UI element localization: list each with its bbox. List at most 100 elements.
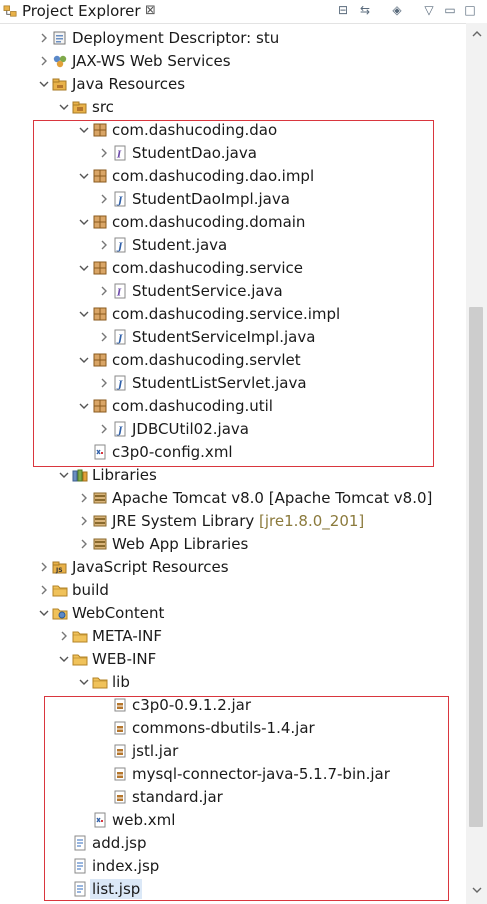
tree-item[interactable]: I StudentService.java [0,280,466,303]
chevron-down-icon[interactable] [77,674,91,690]
chevron-down-icon[interactable] [37,76,51,92]
tree-item[interactable]: J StudentListServlet.java [0,372,466,395]
chevron-down-icon[interactable] [57,99,71,115]
chevron-right-icon[interactable] [37,53,51,69]
tree-item[interactable]: JRE System Library [jre1.8.0_201] [0,510,466,533]
tree-item[interactable]: standard.jar [0,786,466,809]
tree-item[interactable]: Java Resources [0,73,466,96]
chevron-right-icon[interactable] [37,30,51,46]
tree-item[interactable]: lib [0,671,466,694]
chevron-right-icon[interactable] [97,421,111,437]
link-with-editor-icon[interactable]: ⇆ [356,1,374,19]
tree-item[interactable]: J StudentDaoImpl.java [0,188,466,211]
chevron-down-icon[interactable] [77,352,91,368]
focus-icon[interactable]: ◈ [388,1,406,19]
deployment-descriptor-icon [53,31,66,45]
svg-text:J: J [116,335,123,345]
chevron-right-icon[interactable] [97,375,111,391]
tree-item[interactable]: JAX-WS Web Services [0,50,466,73]
tree-item[interactable]: com.dashucoding.servlet [0,349,466,372]
tree-item-text: src [92,98,114,116]
chevron-right-icon[interactable] [77,490,91,506]
chevron-right-icon[interactable] [97,237,111,253]
tree-item[interactable]: commons-dbutils-1.4.jar [0,717,466,740]
tree-item-text: com.dashucoding.servlet [112,351,301,369]
tree-item[interactable]: com.dashucoding.dao.impl [0,165,466,188]
chevron-right-icon[interactable] [77,513,91,529]
tree-item[interactable]: jstl.jar [0,740,466,763]
chevron-down-icon[interactable] [77,260,91,276]
tree-item-label: standard.jar [132,787,223,807]
tree-item[interactable]: I StudentDao.java [0,142,466,165]
tree-item[interactable]: JS JavaScript Resources [0,556,466,579]
tree-item[interactable]: Apache Tomcat v8.0 [Apache Tomcat v8.0] [0,487,466,510]
project-explorer-tab[interactable]: Project Explorer ⊠ [0,0,163,23]
chevron-right-icon[interactable] [57,628,71,644]
tree-item[interactable]: src [0,96,466,119]
tree-item[interactable]: c3p0-0.9.1.2.jar [0,694,466,717]
jsp-file-icon [74,881,86,897]
tree-item[interactable]: com.dashucoding.util [0,395,466,418]
chevron-down-icon[interactable] [77,168,91,184]
chevron-right-icon[interactable] [97,145,111,161]
tree-item[interactable]: J JDBCUtil02.java [0,418,466,441]
tree-item-text: com.dashucoding.dao [112,121,278,139]
tree-item[interactable]: add.jsp [0,832,466,855]
chevron-down-icon[interactable] [77,214,91,230]
tree-item[interactable]: J Student.java [0,234,466,257]
chevron-down-icon[interactable] [37,605,51,621]
chevron-down-icon[interactable] [77,122,91,138]
tree-item[interactable]: com.dashucoding.service [0,257,466,280]
tree-item[interactable]: Deployment Descriptor: stu [0,27,466,50]
chevron-down-icon[interactable] [77,398,91,414]
chevron-right-icon[interactable] [37,559,51,575]
chevron-right-icon[interactable] [77,536,91,552]
tree-item-text: standard.jar [132,788,223,806]
tree-item[interactable]: web.xml [0,809,466,832]
jar-file-icon [114,767,126,781]
chevron-down-icon[interactable] [77,306,91,322]
chevron-right-icon[interactable] [37,582,51,598]
scroll-up-icon[interactable] [466,25,487,43]
tree-item-label: Apache Tomcat v8.0 [Apache Tomcat v8.0] [112,488,432,508]
chevron-right-icon[interactable] [97,283,111,299]
web-content-folder-icon [52,608,68,620]
javascript-resources-icon: JS [52,561,67,574]
chevron-right-icon[interactable] [97,329,111,345]
tree-item[interactable]: WEB-INF [0,648,466,671]
tree-item[interactable]: com.dashucoding.domain [0,211,466,234]
svg-text:J: J [116,243,123,253]
tree-item[interactable]: META-INF [0,625,466,648]
tree-item-label: Web App Libraries [112,534,248,554]
tree-item[interactable]: build [0,579,466,602]
tree-item-text: list.jsp [92,880,141,898]
tree-item[interactable]: mysql-connector-java-5.1.7-bin.jar [0,763,466,786]
tree-item[interactable]: Libraries [0,464,466,487]
scroll-down-icon[interactable] [466,881,487,899]
tree-item-text: Apache Tomcat v8.0 [Apache Tomcat v8.0] [112,489,433,507]
tree-item-text: StudentDao.java [132,144,257,162]
package-icon [93,123,107,137]
minimize-icon[interactable]: ▭ [441,1,459,19]
tree-item[interactable]: J StudentServiceImpl.java [0,326,466,349]
java-resources-icon [52,78,67,91]
scrollbar-thumb[interactable] [469,307,483,827]
chevron-right-icon[interactable] [97,191,111,207]
view-menu-icon[interactable]: ▽ [420,1,438,19]
package-icon [93,353,107,367]
tree-item[interactable]: Web App Libraries [0,533,466,556]
tree-item[interactable]: com.dashucoding.dao [0,119,466,142]
tree-item[interactable]: com.dashucoding.service.impl [0,303,466,326]
tree-item-label: com.dashucoding.util [112,396,273,416]
chevron-down-icon[interactable] [57,651,71,667]
tree-item[interactable]: list.jsp [0,878,466,901]
tree-item-label: JRE System Library [jre1.8.0_201] [112,511,364,531]
chevron-down-icon[interactable] [57,467,71,483]
tree-item[interactable]: WebContent [0,602,466,625]
collapse-all-icon[interactable]: ⊟ [334,1,352,19]
tree-item-decoration: [jre1.8.0_201] [259,512,365,530]
tree-item[interactable]: c3p0-config.xml [0,441,466,464]
tree-item[interactable]: index.jsp [0,855,466,878]
maximize-icon[interactable]: □ [461,1,479,19]
close-icon[interactable]: ⊠ [145,3,156,18]
